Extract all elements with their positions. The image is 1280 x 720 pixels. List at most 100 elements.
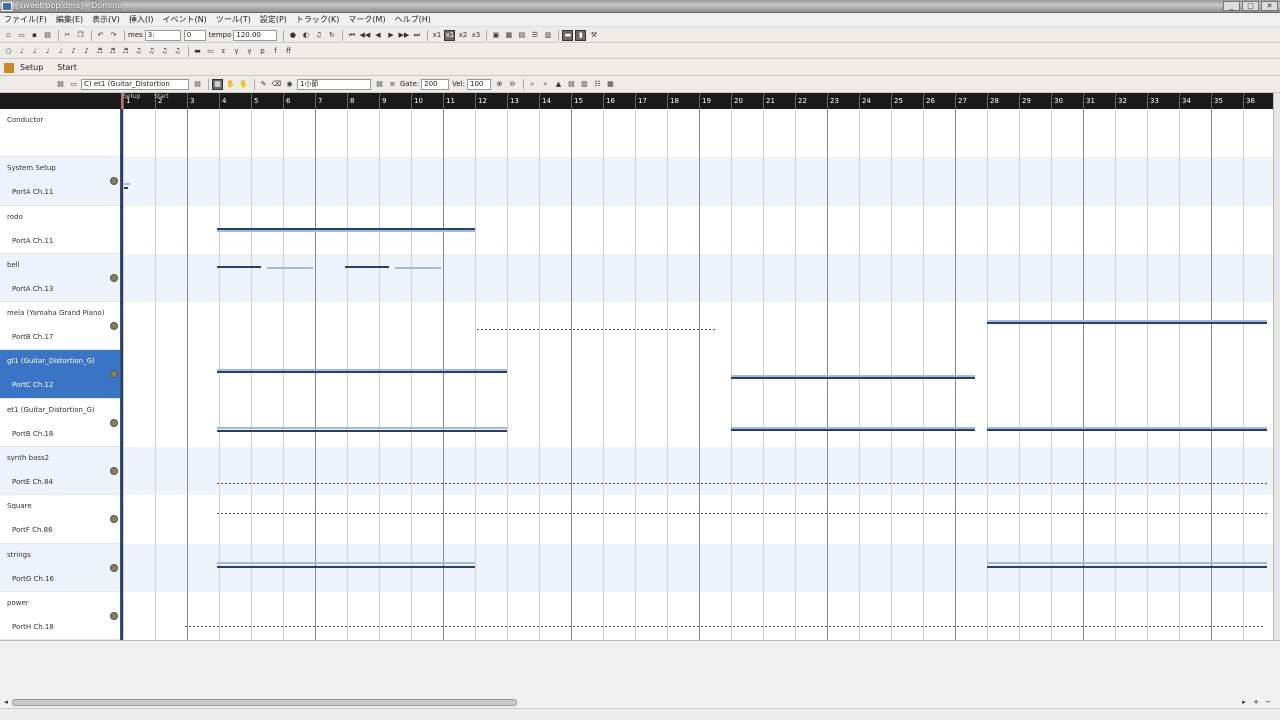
step-back-icon[interactable]: ◀ [372, 30, 383, 41]
song-view-icon[interactable]: ▮ [575, 29, 587, 41]
x1-icon[interactable]: x1 [431, 30, 442, 41]
metronome-icon[interactable]: ♫ [313, 30, 324, 41]
menu-view[interactable]: 表示(V) [92, 14, 120, 25]
pan-knob-icon[interactable] [110, 563, 118, 572]
maximize-button[interactable]: □ [1242, 1, 1259, 11]
song-row[interactable] [121, 253, 1273, 303]
rest-16th-icon[interactable]: γ [244, 46, 255, 57]
save-icon[interactable]: ▪ [29, 30, 40, 41]
note-segment[interactable] [217, 565, 475, 568]
tab-setup[interactable]: Setup [20, 63, 43, 72]
track-row[interactable]: Square PortF Ch.86 [0, 495, 120, 544]
play-icon[interactable]: ▶ [385, 30, 396, 41]
horizontal-scrollbar[interactable]: ◂ ▸ + − [0, 698, 1280, 708]
measure-number[interactable]: 25 [891, 93, 903, 109]
measure-number[interactable]: 32 [1115, 93, 1127, 109]
x3-icon[interactable]: x3 [470, 30, 481, 41]
song-row[interactable] [121, 495, 1273, 543]
beat-field[interactable]: 0 [183, 29, 206, 41]
measure-number[interactable]: 28 [987, 93, 999, 109]
note-32nd-icon[interactable]: ♬ [120, 46, 131, 57]
track-icon[interactable]: ▤ [55, 79, 66, 90]
note-triplet3-icon[interactable]: ♫ [159, 46, 170, 57]
note-segment[interactable] [267, 266, 313, 269]
song-row[interactable] [121, 302, 1273, 350]
menu-help[interactable]: ヘルプ(H) [395, 14, 431, 25]
track-select[interactable]: C) et1 (Guitar_Distortion [81, 78, 189, 90]
scroll-left-icon[interactable]: ◂ [2, 699, 10, 707]
zoom-minus-icon[interactable]: − [1264, 699, 1272, 707]
menu-track[interactable]: トラック(K) [296, 14, 340, 25]
measure-number[interactable]: 27 [955, 93, 967, 109]
note-triplet4-icon[interactable]: ♫ [172, 46, 183, 57]
note-segment[interactable] [731, 428, 975, 431]
search-zoom-icon[interactable]: ⌕ [540, 79, 551, 90]
note-segment[interactable] [217, 483, 1267, 485]
rest-half-icon[interactable]: ▭ [205, 46, 216, 57]
note-segment[interactable] [217, 561, 475, 564]
hand2-tool-icon[interactable]: ✋ [238, 79, 249, 90]
marker-add-icon[interactable]: ▲ [553, 79, 564, 90]
print-icon[interactable]: ▤ [42, 30, 53, 41]
menu-insert[interactable]: 挿入(I) [129, 14, 154, 25]
track-row[interactable]: System Setup PortA Ch.11 [0, 157, 120, 206]
mixer-icon[interactable]: ▦ [605, 79, 616, 90]
measure-number[interactable]: 21 [763, 93, 775, 109]
track-list-icon[interactable]: ▭ [68, 79, 79, 90]
grid-icon[interactable]: ▤ [566, 79, 577, 90]
menu-file[interactable]: ファイル(F) [4, 14, 47, 25]
zoom-out-icon[interactable]: ⊖ [507, 79, 518, 90]
song-row[interactable] [121, 157, 1273, 206]
note-quarter-dot-icon[interactable]: ♩ [55, 46, 66, 57]
song-row[interactable] [121, 399, 1273, 447]
record-icon[interactable]: ● [287, 30, 298, 41]
measure-number[interactable]: 6 [283, 93, 290, 109]
measure-number[interactable]: 22 [795, 93, 807, 109]
staff-view-icon[interactable]: ▬ [562, 29, 574, 41]
dyn-mf-icon[interactable]: f [270, 46, 281, 57]
note-segment[interactable] [217, 429, 507, 432]
midi-in-icon[interactable]: ◐ [300, 30, 311, 41]
song-row[interactable] [121, 351, 1273, 399]
event-list-icon[interactable]: ☰ [529, 30, 540, 41]
eraser-tool-icon[interactable]: ⌫ [271, 79, 282, 90]
measure-number[interactable]: 5 [251, 93, 258, 109]
menu-event[interactable]: イベント(N) [162, 14, 206, 25]
note-segment[interactable] [124, 187, 128, 190]
pan-knob-icon[interactable] [110, 611, 118, 620]
lock-icon[interactable]: ▥ [579, 79, 590, 90]
note-half-dot-icon[interactable]: ♩ [29, 46, 40, 57]
note-segment[interactable] [987, 322, 1267, 325]
position-field[interactable]: 3: [144, 29, 181, 41]
redo-icon[interactable]: ↷ [108, 30, 119, 41]
measure-number[interactable]: 4 [219, 93, 226, 109]
hand-tool-icon[interactable]: ✋ [225, 79, 236, 90]
pan-knob-icon[interactable] [110, 467, 118, 476]
tempo-field[interactable]: 120.00 [233, 29, 278, 41]
select-tool-icon[interactable]: ▦ [212, 78, 223, 90]
measure-number[interactable]: 20 [731, 93, 743, 109]
dyn-p-icon[interactable]: p [257, 46, 268, 57]
undo-icon[interactable]: ↶ [95, 30, 106, 41]
measure-number[interactable]: 8 [347, 93, 354, 109]
window-icon[interactable]: ▣ [490, 30, 501, 41]
note-16th-icon[interactable]: ♬ [94, 46, 105, 57]
quantize-select[interactable]: 1小節 [297, 78, 371, 90]
rewind-icon[interactable]: ◀◀ [359, 30, 371, 41]
song-row[interactable] [121, 592, 1273, 640]
x1-active-icon[interactable]: x1 [444, 29, 456, 41]
dyn-ff-icon[interactable]: ff [283, 46, 294, 57]
measure-number[interactable]: 34 [1179, 93, 1191, 109]
measure-number[interactable]: 10 [411, 93, 423, 109]
new-file-icon[interactable]: ▫ [3, 30, 14, 41]
note-segment[interactable] [217, 370, 507, 373]
measure-number[interactable]: 13 [507, 93, 519, 109]
measure-number[interactable]: 31 [1083, 93, 1095, 109]
wrench-icon[interactable]: ⚒ [588, 30, 599, 41]
note-whole-icon[interactable]: ○ [3, 46, 14, 57]
vel-field[interactable]: 100 [466, 78, 491, 90]
note-eighth-icon[interactable]: ♪ [68, 46, 79, 57]
gate-icon[interactable]: ≡ [387, 79, 398, 90]
fast-forward-icon[interactable]: ▶▶ [398, 30, 410, 41]
song-editor[interactable] [121, 109, 1273, 640]
